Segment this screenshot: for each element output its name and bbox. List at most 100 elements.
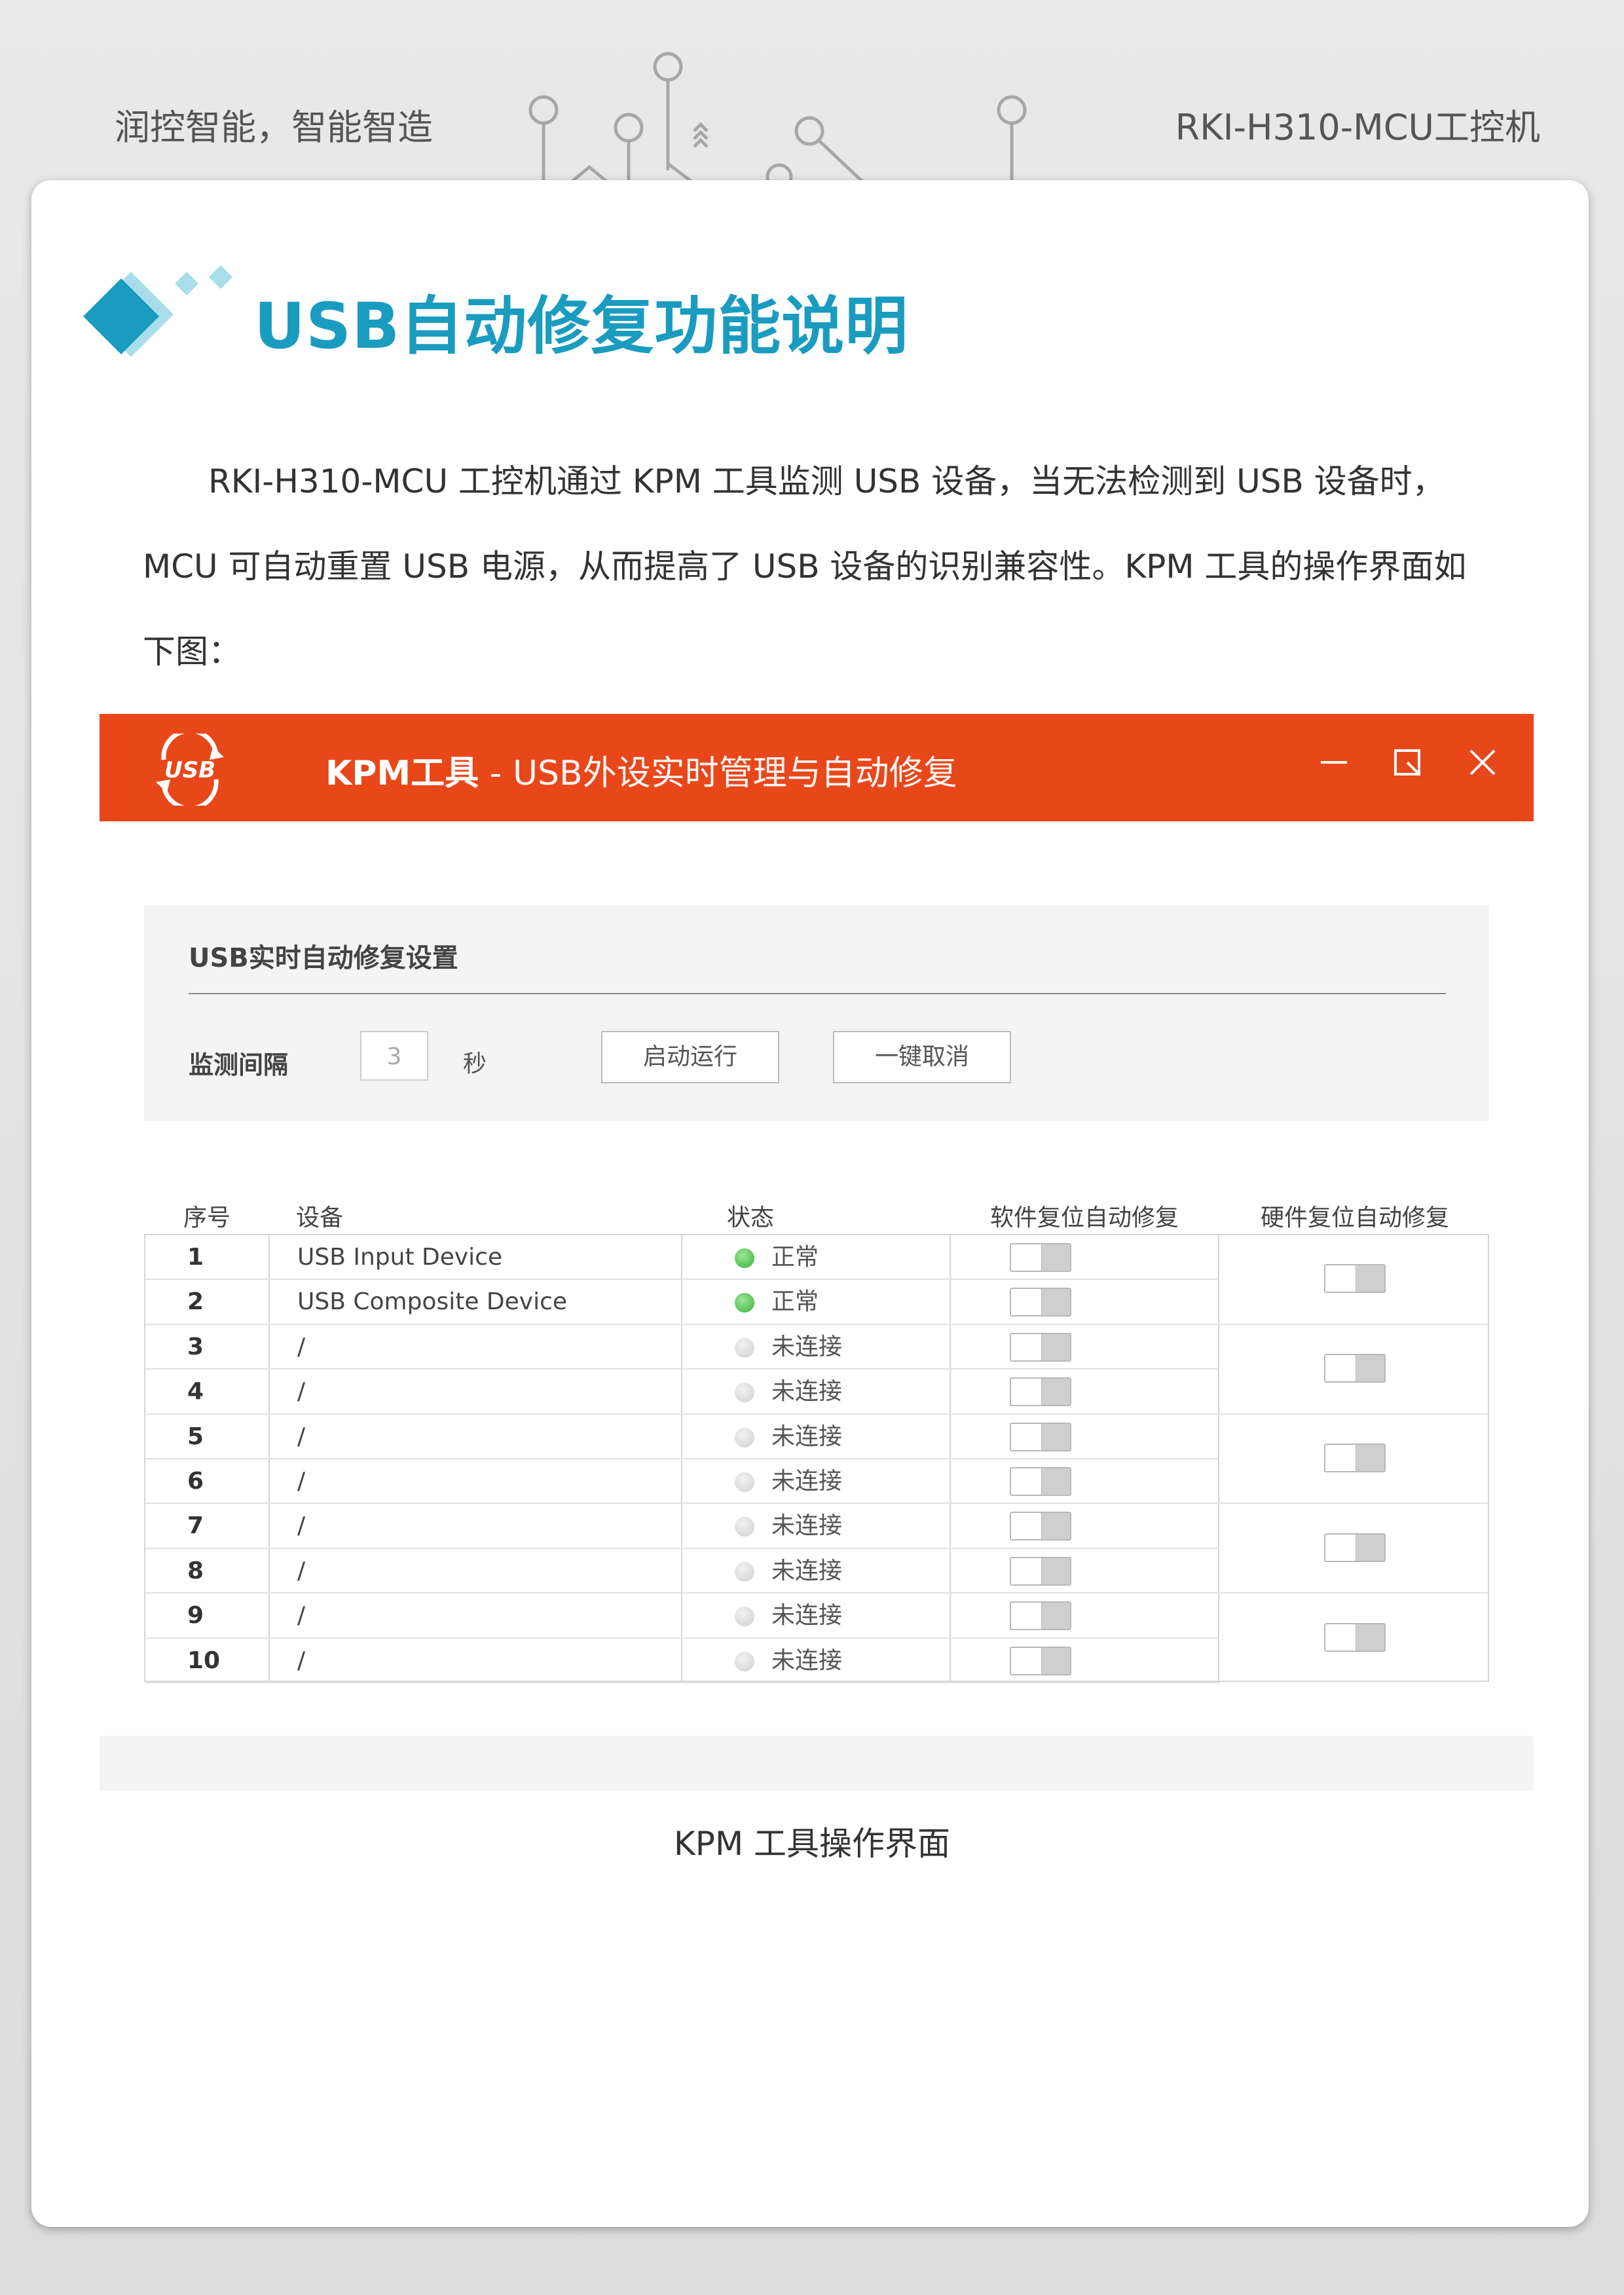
row-number: 5 (187, 1423, 204, 1450)
table-row: 7 / 未连接 (145, 1504, 1219, 1549)
header-status: 状态 (727, 1204, 775, 1231)
software-reset-toggle[interactable] (1010, 1601, 1071, 1631)
status-indicator-icon (735, 1517, 754, 1537)
cancel-all-button[interactable]: 一键取消 (833, 1031, 1011, 1083)
status-text: 未连接 (771, 1423, 843, 1450)
row-number: 6 (187, 1468, 204, 1495)
status-indicator-icon (735, 1337, 754, 1358)
table-body: 1 USB Input Device 正常 2 USB Composite Device… (144, 1234, 1489, 1683)
status-text: 未连接 (771, 1378, 843, 1406)
interval-input[interactable]: 3 (360, 1031, 428, 1081)
hardware-reset-toggle[interactable] (1324, 1264, 1386, 1294)
row-number: 4 (187, 1378, 204, 1406)
status-indicator-icon (735, 1651, 754, 1671)
usb-logo-text: USB (164, 757, 215, 783)
row-device: / (297, 1378, 306, 1406)
close-icon[interactable] (1463, 743, 1502, 782)
app-subtitle: - USB外设实时管理与自动修复 (479, 754, 957, 793)
status-indicator-icon (735, 1607, 754, 1627)
status-indicator-icon (735, 1293, 754, 1313)
status-text: 未连接 (771, 1647, 843, 1674)
table-row: 10 / 未连接 (145, 1639, 1219, 1683)
status-text: 未连接 (771, 1512, 843, 1540)
table-row: 8 / 未连接 (145, 1549, 1219, 1594)
status-text: 未连接 (771, 1468, 843, 1495)
row-number: 9 (187, 1602, 204, 1630)
header-slogan: 润控智能，智能智造 (115, 107, 433, 148)
row-device: / (297, 1647, 306, 1674)
row-divider (1219, 1592, 1488, 1594)
table-row: 1 USB Input Device 正常 (145, 1235, 1219, 1280)
software-reset-toggle[interactable] (1010, 1422, 1071, 1451)
header-hardware-reset: 硬件复位自动修复 (1261, 1204, 1450, 1231)
row-device: / (297, 1602, 306, 1630)
settings-panel: USB实时自动修复设置 监测间隔 3 秒 启动运行 一键取消 (144, 905, 1489, 1121)
app-name: KPM工具 (325, 754, 479, 793)
row-device: USB Composite Device (297, 1288, 568, 1316)
software-reset-toggle[interactable] (1010, 1332, 1071, 1362)
hardware-reset-toggle[interactable] (1324, 1354, 1386, 1383)
row-number: 10 (187, 1647, 221, 1674)
row-device: / (297, 1557, 306, 1584)
status-text: 未连接 (771, 1333, 843, 1360)
table-row: 2 USB Composite Device 正常 (145, 1280, 1219, 1325)
row-number: 1 (187, 1244, 204, 1271)
header-device: 设备 (296, 1204, 344, 1231)
device-table: 序号 设备 状态 软件复位自动修复 硬件复位自动修复 1 USB Input De… (144, 1192, 1489, 1683)
status-indicator-icon (735, 1561, 754, 1582)
row-device: / (297, 1423, 306, 1450)
header-num: 序号 (183, 1204, 231, 1231)
status-text: 未连接 (771, 1602, 843, 1630)
settings-divider (189, 993, 1446, 994)
software-reset-toggle[interactable] (1010, 1646, 1071, 1675)
hardware-reset-toggle[interactable] (1324, 1444, 1386, 1472)
software-reset-toggle[interactable] (1010, 1512, 1071, 1541)
software-reset-toggle[interactable] (1010, 1243, 1071, 1272)
settings-title: USB实时自动修复设置 (189, 943, 458, 973)
software-reset-toggle[interactable] (1010, 1556, 1071, 1586)
kpm-window: USB KPM工具 - USB外设实时管理与自动修复 USB实时自动修复设置 监… (100, 714, 1534, 1791)
page-title: USB自动修复功能说明 (254, 289, 909, 363)
status-text: 未连接 (771, 1557, 843, 1584)
status-indicator-icon (735, 1472, 754, 1492)
row-number: 2 (187, 1288, 204, 1316)
header-product: RKI-H310-MCU工控机 (1175, 107, 1540, 148)
row-number: 7 (187, 1512, 204, 1540)
status-indicator-icon (735, 1383, 754, 1403)
table-row: 4 / 未连接 (145, 1370, 1219, 1415)
figure-caption: KPM 工具操作界面 (674, 1825, 950, 1863)
table-row: 6 / 未连接 (145, 1459, 1219, 1504)
maximize-icon[interactable] (1388, 743, 1427, 782)
minimize-icon[interactable] (1314, 743, 1354, 782)
status-text: 正常 (771, 1244, 819, 1271)
diamond-icon (83, 265, 232, 357)
hardware-reset-toggle[interactable] (1324, 1622, 1386, 1652)
row-divider (1219, 1323, 1488, 1325)
row-device: USB Input Device (297, 1244, 503, 1271)
status-text: 正常 (771, 1288, 819, 1316)
header-software-reset: 软件复位自动修复 (990, 1204, 1179, 1231)
app-title: KPM工具 - USB外设实时管理与自动修复 (325, 745, 957, 794)
interval-label: 监测间隔 (189, 1051, 289, 1079)
interval-unit: 秒 (463, 1051, 487, 1077)
intro-paragraph: RKI-H310-MCU 工控机通过 KPM 工具监测 USB 设备，当无法检测… (143, 462, 1467, 671)
software-reset-toggle[interactable] (1010, 1377, 1071, 1407)
table-header: 序号 设备 状态 软件复位自动修复 硬件复位自动修复 (144, 1192, 1489, 1234)
software-reset-toggle[interactable] (1010, 1288, 1071, 1317)
software-reset-toggle[interactable] (1010, 1467, 1071, 1496)
table-row: 5 / 未连接 (145, 1415, 1219, 1459)
row-device: / (297, 1468, 306, 1495)
status-indicator-icon (735, 1427, 754, 1447)
table-row: 3 / 未连接 (145, 1325, 1219, 1370)
status-indicator-icon (735, 1248, 754, 1268)
usb-logo-icon: USB (156, 734, 224, 806)
start-button[interactable]: 启动运行 (601, 1031, 779, 1083)
circuit-decoration (528, 52, 1027, 183)
hardware-reset-toggle[interactable] (1324, 1533, 1386, 1562)
row-device: / (297, 1333, 306, 1360)
window-footer (100, 1736, 1534, 1791)
row-device: / (297, 1512, 306, 1540)
row-number: 8 (187, 1557, 204, 1584)
title-bar[interactable]: USB KPM工具 - USB外设实时管理与自动修复 (100, 714, 1534, 821)
row-divider (1219, 1413, 1488, 1415)
